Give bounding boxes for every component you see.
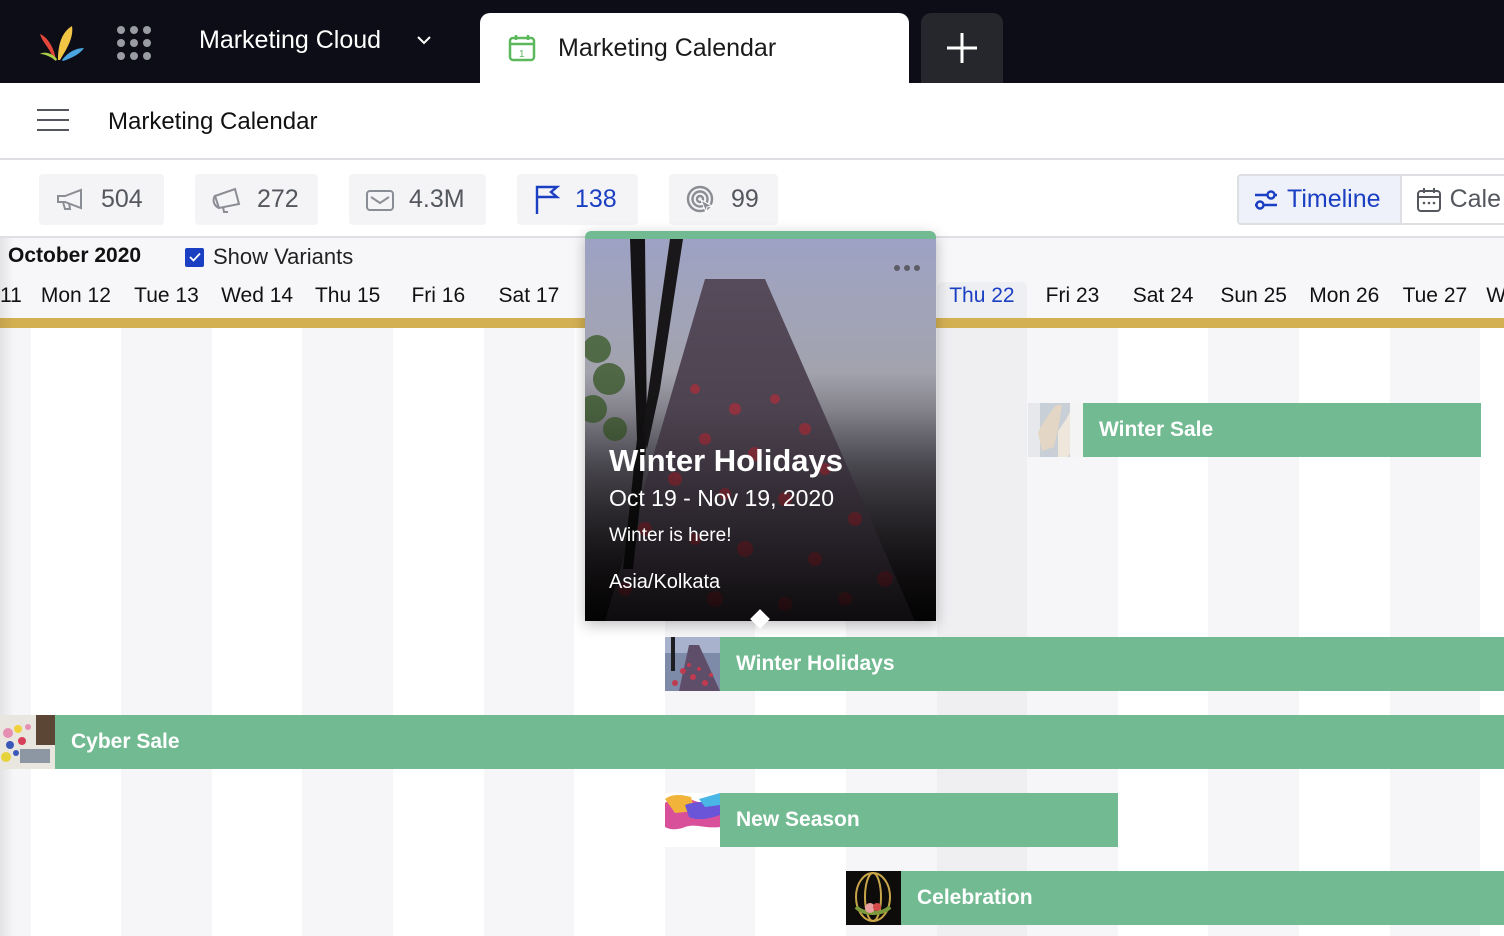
day-header[interactable]: Fri 23 xyxy=(1027,282,1118,318)
view-toggle: Timeline Cale xyxy=(1237,174,1504,225)
event-thumbnail xyxy=(846,871,901,925)
popover-accent-bar xyxy=(585,231,936,239)
day-header[interactable]: Wed 14 xyxy=(212,282,303,318)
target-icon xyxy=(686,185,714,214)
tab-label: Marketing Calendar xyxy=(558,34,777,62)
stat-value: 272 xyxy=(257,185,299,213)
day-header[interactable]: Sat 17 xyxy=(484,282,575,318)
calendar-icon: 1 xyxy=(508,35,536,62)
day-column xyxy=(302,328,393,936)
flag-icon xyxy=(535,185,561,214)
day-header[interactable]: Tue 13 xyxy=(121,282,212,318)
chevron-down-icon[interactable] xyxy=(416,30,432,51)
broadcast-icon xyxy=(212,187,241,213)
calendar-view-button[interactable]: Cale xyxy=(1402,176,1504,223)
show-variants-toggle[interactable]: Show Variants xyxy=(185,244,353,270)
popover-timezone: Asia/Kolkata xyxy=(609,571,721,593)
tab-marketing-calendar[interactable]: 1 Marketing Calendar xyxy=(480,13,909,85)
page-header: Marketing Calendar xyxy=(0,83,1504,160)
day-column xyxy=(483,328,575,936)
popover-dates: Oct 19 - Nov 19, 2020 xyxy=(609,485,835,511)
event-label: Winter Holidays xyxy=(736,652,895,675)
event-thumbnail xyxy=(665,793,720,847)
svg-text:1: 1 xyxy=(519,49,525,60)
event-bar-winter-holidays[interactable]: Winter Holidays xyxy=(665,637,1504,691)
day-column xyxy=(31,328,122,936)
popover-title: Winter Holidays xyxy=(609,443,843,478)
sliders-icon xyxy=(1255,189,1277,210)
stat-value: 99 xyxy=(731,185,759,213)
pier-image xyxy=(585,239,936,621)
stat-milestones[interactable]: 138 xyxy=(517,174,638,225)
stat-campaigns[interactable]: 504 xyxy=(39,174,164,225)
popover-description: Winter is here! xyxy=(609,525,732,546)
day-header[interactable]: Thu 22 xyxy=(936,282,1028,318)
brand-logo-icon[interactable] xyxy=(36,22,88,64)
megaphone-icon xyxy=(57,188,82,210)
day-header[interactable]: W xyxy=(1486,282,1504,318)
hamburger-icon[interactable] xyxy=(37,109,69,131)
day-header[interactable]: Tue 27 xyxy=(1390,282,1481,318)
stat-broadcasts[interactable]: 272 xyxy=(195,174,318,225)
calendar-icon xyxy=(1416,187,1441,212)
page-title: Marketing Calendar xyxy=(108,108,318,135)
event-label: Celebration xyxy=(917,886,1033,909)
checkmark-icon xyxy=(188,252,201,262)
stat-targets[interactable]: 99 xyxy=(669,174,778,225)
more-options-icon[interactable] xyxy=(894,265,920,271)
stat-value: 504 xyxy=(101,185,143,213)
plus-icon xyxy=(947,33,977,63)
app-switcher-label[interactable]: Marketing Cloud xyxy=(199,26,381,55)
event-thumbnail xyxy=(665,637,720,691)
show-variants-checkbox[interactable] xyxy=(185,247,204,267)
event-bar-winter-sale[interactable]: Winter Sale xyxy=(1028,403,1481,457)
day-header[interactable]: Thu 15 xyxy=(302,282,393,318)
add-tab-button[interactable] xyxy=(921,13,1003,83)
app-launcher-icon[interactable] xyxy=(117,26,151,60)
day-header[interactable]: Mon 26 xyxy=(1299,282,1390,318)
day-header[interactable]: Mon 12 xyxy=(31,282,122,318)
calendar-label: Cale xyxy=(1449,185,1501,213)
timeline-view-button[interactable]: Timeline xyxy=(1239,176,1402,223)
scroll-shadow xyxy=(0,238,14,936)
stats-row: 504 272 4.3M 138 99 Timeline Cale xyxy=(0,160,1504,238)
event-thumbnail xyxy=(0,715,55,769)
day-column xyxy=(121,328,212,936)
event-label: Cyber Sale xyxy=(71,730,180,753)
day-column xyxy=(393,328,484,936)
popover-image xyxy=(585,239,936,621)
day-column xyxy=(1480,328,1504,936)
event-thumbnail xyxy=(1028,403,1083,457)
event-bar-celebration[interactable]: Celebration xyxy=(846,871,1504,925)
day-column xyxy=(212,328,303,936)
day-header[interactable]: Sat 24 xyxy=(1118,282,1209,318)
show-variants-label: Show Variants xyxy=(213,244,354,269)
stat-value: 4.3M xyxy=(409,185,465,213)
event-popover: Winter Holidays Oct 19 - Nov 19, 2020 Wi… xyxy=(585,231,936,629)
email-icon xyxy=(366,189,394,211)
day-header[interactable]: Fri 16 xyxy=(393,282,484,318)
day-header[interactable]: Sun 25 xyxy=(1208,282,1299,318)
stat-emails[interactable]: 4.3M xyxy=(349,174,486,225)
top-bar: Marketing Cloud 1 Marketing Calendar xyxy=(0,0,1504,85)
event-label: Winter Sale xyxy=(1099,418,1214,441)
month-label: October 2020 xyxy=(8,244,142,267)
event-bar-new-season[interactable]: New Season xyxy=(665,793,1118,847)
event-label: New Season xyxy=(736,808,860,831)
stat-value: 138 xyxy=(575,185,617,213)
timeline-label: Timeline xyxy=(1287,185,1381,213)
event-bar-cyber-sale[interactable]: Cyber Sale xyxy=(0,715,1504,769)
